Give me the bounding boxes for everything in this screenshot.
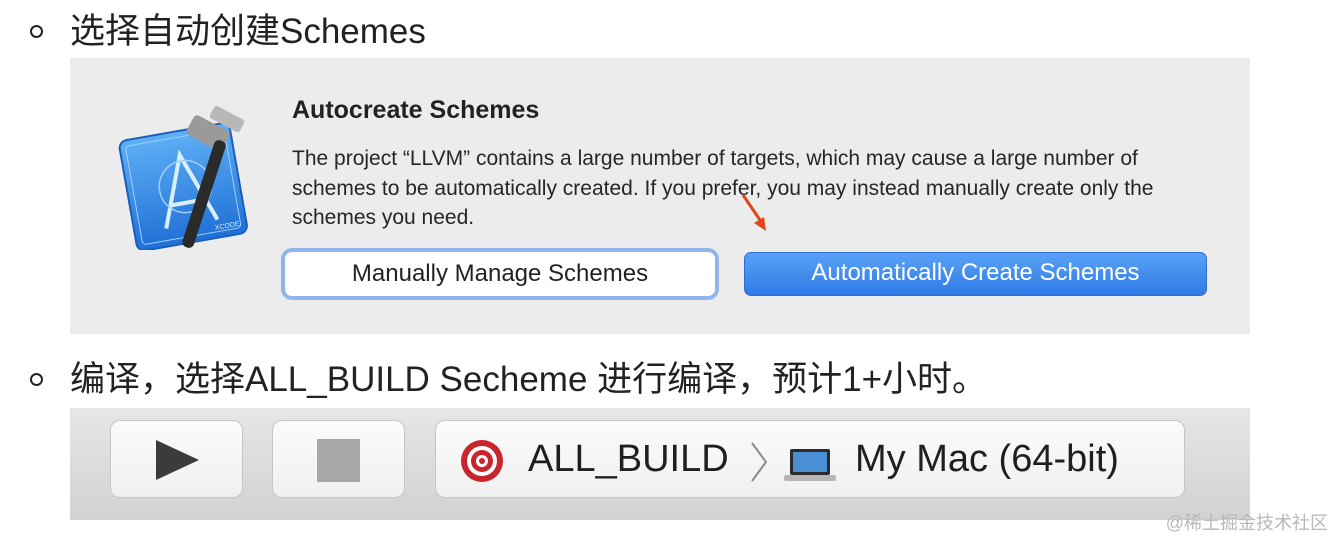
chevron-right-icon [751,442,768,482]
red-arrow-icon [741,194,766,231]
scheme-name: ALL_BUILD [528,438,729,480]
watermark: @稀土掘金技术社区 [1165,513,1328,533]
section-heading-autocreate: 选择自动创建Schemes [70,12,426,51]
run-button[interactable] [110,420,243,498]
stop-icon [317,439,360,482]
automatically-create-schemes-button[interactable]: Automatically Create Schemes [744,252,1207,296]
play-icon [156,440,199,480]
macbook-icon [784,449,836,481]
target-icon [461,440,503,482]
manually-manage-schemes-button[interactable]: Manually Manage Schemes [285,252,715,296]
section-heading-build: 编译，选择ALL_BUILD Secheme 进行编译，预计1+小时。 [70,360,988,399]
autocreate-schemes-dialog: XCODE Autocreate Schemes The project “LL… [70,58,1250,334]
dialog-title: Autocreate Schemes [292,96,540,124]
destination-name: My Mac (64-bit) [855,438,1119,480]
xcode-toolbar: ALL_BUILD My Mac (64-bit) [70,408,1250,520]
xcode-icon: XCODE [118,105,248,250]
bullet-icon [30,373,43,386]
stop-button[interactable] [272,420,405,498]
bullet-icon [30,25,43,38]
scheme-selector[interactable]: ALL_BUILD My Mac (64-bit) [435,420,1185,498]
